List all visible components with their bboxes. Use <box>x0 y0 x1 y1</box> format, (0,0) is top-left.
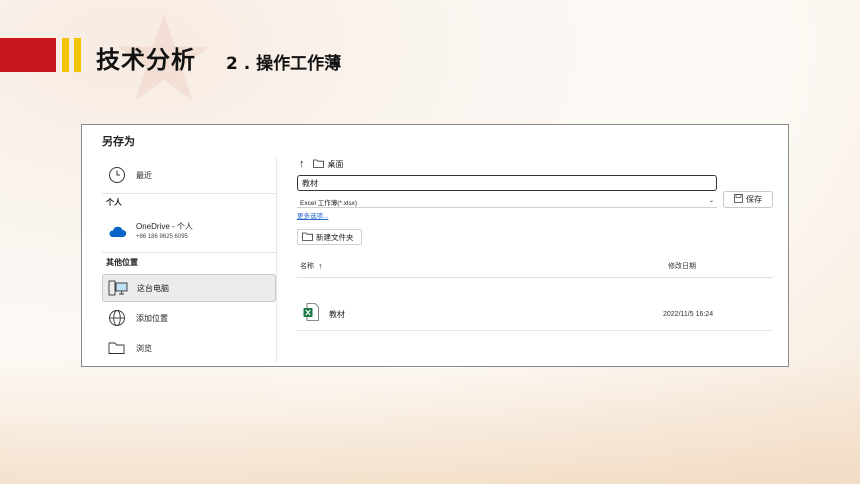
save-icon <box>734 194 743 205</box>
more-options-link[interactable]: 更多选项... <box>297 210 328 220</box>
location-recent[interactable]: 最近 <box>102 161 276 189</box>
divider <box>102 252 276 253</box>
file-type-select[interactable]: Excel 工作薄(*.xlsx) ⌄ <box>297 195 717 208</box>
slide-title: 技术分析 <box>96 46 196 74</box>
location-this-pc[interactable]: 这台电脑 <box>102 274 276 302</box>
file-row[interactable]: 教材 2022/11/5 16:24 <box>297 301 773 327</box>
column-name-label: 名称 <box>300 263 314 270</box>
new-folder-label: 新建文件夹 <box>316 232 354 242</box>
file-type-value: Excel 工作薄(*.xlsx) <box>300 200 358 207</box>
onedrive-phone: +86 186 9625 6095 <box>136 234 188 240</box>
clock-icon <box>106 164 128 186</box>
new-folder-button[interactable]: 新建文件夹 <box>297 229 362 245</box>
folder-icon <box>312 159 324 170</box>
file-name-input[interactable]: 教材 <box>297 175 717 191</box>
location-browse[interactable]: 浏览 <box>102 334 276 362</box>
breadcrumb: ↑ 桌面 <box>299 158 344 170</box>
divider <box>102 193 276 194</box>
location-browse-label: 浏览 <box>136 343 152 353</box>
background-glow <box>0 354 860 484</box>
location-add[interactable]: 添加位置 <box>102 304 276 332</box>
save-as-dialog: 另存为 最近 个人 OneDrive - 个人 +86 186 9625 609… <box>81 124 789 367</box>
up-arrow-icon[interactable]: ↑ <box>299 158 305 170</box>
location-this-pc-label: 这台电脑 <box>137 283 169 293</box>
slide-subtitle: 2 . 操作工作薄 <box>226 54 342 74</box>
section-other-locations: 其他位置 <box>106 258 138 267</box>
onedrive-label: OneDrive - 个人 <box>136 222 193 231</box>
save-label: 保存 <box>746 195 762 204</box>
location-onedrive[interactable]: OneDrive - 个人 +86 186 9625 6095 <box>102 217 276 247</box>
section-personal: 个人 <box>106 198 122 207</box>
computer-icon <box>107 277 129 299</box>
new-folder-icon <box>302 232 313 243</box>
file-modified-date: 2022/11/5 16:24 <box>663 310 714 318</box>
row-divider <box>297 330 773 331</box>
cloud-icon <box>106 221 128 243</box>
header-divider <box>297 277 773 278</box>
location-recent-label: 最近 <box>136 170 152 180</box>
excel-file-icon <box>303 302 319 326</box>
header-yellow-bar <box>74 38 81 72</box>
sort-ascending-icon: ↑ <box>318 261 323 271</box>
column-header-name[interactable]: 名称 ↑ <box>300 261 323 271</box>
save-button[interactable]: 保存 <box>723 191 773 208</box>
location-add-label: 添加位置 <box>136 313 168 323</box>
header-red-bar <box>0 38 56 72</box>
chevron-down-icon: ⌄ <box>708 198 714 204</box>
pane-divider <box>276 157 277 362</box>
globe-icon <box>106 307 128 329</box>
header-yellow-bar <box>62 38 69 72</box>
dialog-title: 另存为 <box>102 136 135 148</box>
column-header-modified[interactable]: 修改日期 <box>668 261 696 271</box>
file-name: 教材 <box>329 309 345 319</box>
folder-icon <box>106 337 128 359</box>
breadcrumb-location[interactable]: 桌面 <box>328 159 344 170</box>
